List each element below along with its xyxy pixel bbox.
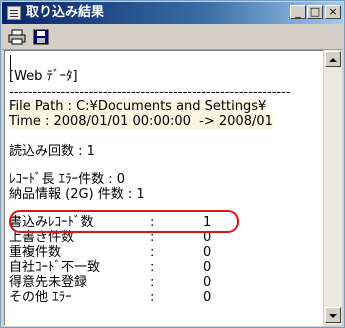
close-button[interactable]: ×: [325, 5, 341, 19]
row-value: 0: [203, 275, 212, 290]
read-count-line: 読込み回数 : 1: [9, 144, 95, 159]
row-value: 0: [203, 260, 212, 275]
vertical-scrollbar[interactable]: [323, 50, 342, 325]
section-header: [Web ﾃﾞｰﾀ]: [9, 69, 78, 84]
app-icon: [7, 6, 21, 20]
row-label: その他 ｴﾗｰ: [9, 290, 72, 305]
row-separator: :: [150, 260, 155, 275]
text-caret: [10, 55, 11, 70]
title-bar[interactable]: 取り込み結果 _ □ ×: [2, 2, 343, 24]
minimize-button[interactable]: _: [290, 5, 306, 19]
window-title: 取り込み結果: [26, 5, 105, 20]
row-value: 0: [203, 290, 212, 305]
maximize-button[interactable]: □: [307, 5, 323, 19]
save-icon[interactable]: [31, 28, 51, 46]
time-range-line: Time : 2008/01/01 00:00:00 -> 2008/01: [9, 114, 273, 130]
print-icon[interactable]: [7, 28, 27, 46]
chevron-up-icon: [329, 58, 337, 62]
file-path-line: File Path : C:¥Documents and Settings¥: [9, 99, 267, 115]
row-separator: :: [150, 290, 155, 305]
scroll-up-button[interactable]: [325, 51, 341, 67]
chevron-down-icon: [329, 314, 337, 318]
row-label: 重複件数: [9, 245, 62, 260]
highlight-ring: [9, 210, 239, 233]
row-separator: :: [150, 245, 155, 260]
toolbar: [2, 25, 343, 50]
scroll-down-button[interactable]: [325, 307, 341, 323]
result-window: 取り込み結果 _ □ × [Web ﾃﾞｰﾀ] ----------------…: [0, 0, 345, 328]
row-value: 0: [203, 245, 212, 260]
row-separator: :: [150, 275, 155, 290]
delivery-info-count-line: 納品情報 (2G) 件数 : 1: [9, 187, 145, 202]
row-label: 自社ｺｰﾄﾞ不一致: [9, 260, 101, 275]
record-length-error-line: ﾚｺｰﾄﾞ長 ｴﾗｰ件数 : 0: [9, 172, 126, 187]
report-text-area[interactable]: [Web ﾃﾞｰﾀ] -----------------------------…: [4, 50, 324, 326]
row-label: 得意先未登録: [9, 275, 88, 290]
